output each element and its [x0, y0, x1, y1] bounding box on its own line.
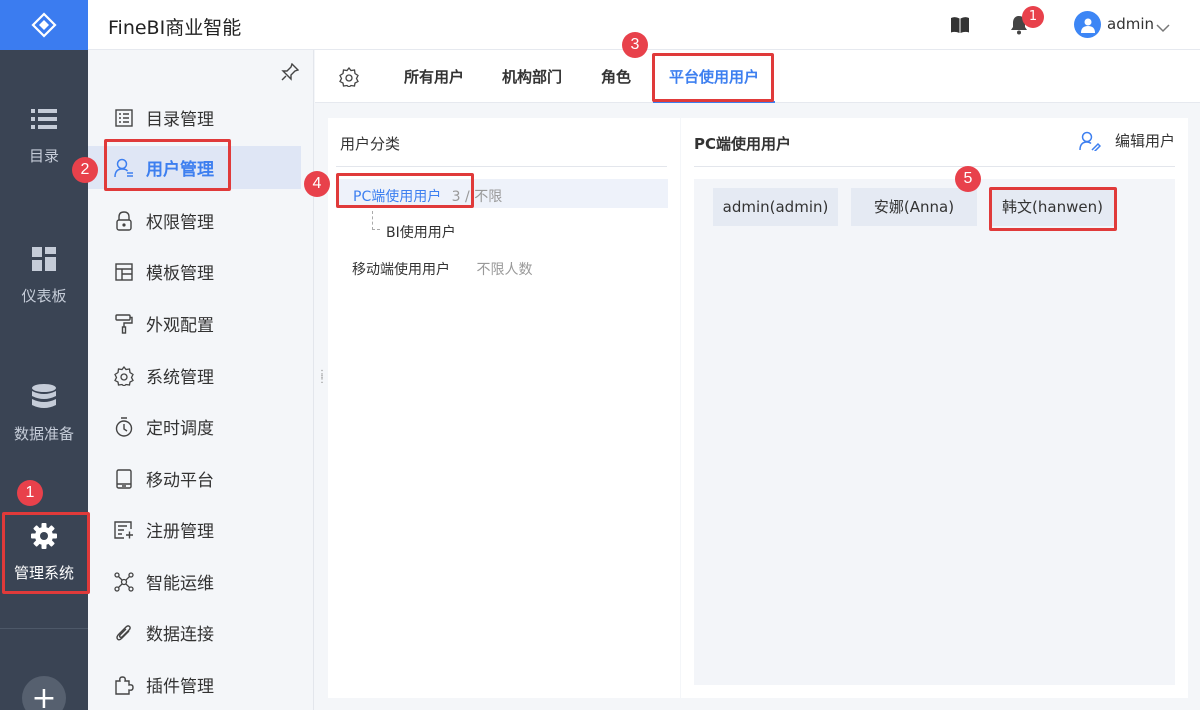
nav-item-label: 仪表板: [21, 287, 67, 305]
nav-divider: [0, 628, 88, 629]
edit-users-button[interactable]: 编辑用户: [1079, 130, 1175, 151]
divider: [694, 166, 1175, 167]
user-chip[interactable]: admin(admin): [713, 188, 838, 226]
tab-departments[interactable]: 机构部门: [502, 50, 562, 103]
database-icon: [30, 383, 58, 411]
app-title: FineBI商业智能: [108, 17, 242, 39]
pin-icon[interactable]: [281, 62, 300, 85]
template-icon: [114, 262, 134, 282]
menu-item-appearance[interactable]: 外观配置: [88, 302, 301, 345]
category-label: 移动端使用用户: [352, 262, 450, 278]
annotation-marker: 3: [622, 32, 648, 58]
menu-item-label: 定时调度: [146, 419, 214, 439]
menu-item-label: 插件管理: [146, 677, 214, 697]
menu-item-plugins[interactable]: 插件管理: [88, 663, 301, 706]
plus-icon: +: [31, 680, 57, 710]
logo-icon: [31, 12, 57, 38]
menu-item-label: 系统管理: [146, 368, 214, 388]
menu-item-catalog[interactable]: 目录管理: [88, 96, 301, 139]
menu-item-templates[interactable]: 模板管理: [88, 250, 301, 293]
menu-item-label: 注册管理: [146, 522, 214, 542]
logo[interactable]: [0, 0, 88, 50]
menu-item-mobile[interactable]: 移动平台: [88, 457, 301, 500]
avatar[interactable]: [1074, 11, 1101, 38]
edit-users-label: 编辑用户: [1115, 132, 1176, 150]
notification-badge: 1: [1022, 6, 1044, 28]
dashboard-icon: [30, 245, 58, 273]
puzzle-icon: [114, 675, 134, 695]
panel-title: PC端使用用户: [694, 135, 792, 153]
menu-item-scheduling[interactable]: 定时调度: [88, 405, 301, 448]
tab-roles[interactable]: 角色: [601, 50, 631, 103]
category-title: 用户分类: [340, 135, 401, 153]
menu-item-label: 移动平台: [146, 471, 214, 491]
paint-roller-icon: [114, 313, 134, 334]
annotation-box: [2, 512, 90, 594]
annotation-marker: 1: [17, 480, 43, 506]
nav-item-catalog[interactable]: 目录: [0, 105, 88, 166]
annotation-marker: 4: [304, 171, 330, 197]
settings-icon: [114, 365, 134, 386]
annotation-box: [989, 187, 1117, 231]
left-nav: 目录 仪表板 数据准备 管理系统 +: [0, 0, 88, 710]
nav-item-label: 数据准备: [13, 425, 74, 443]
register-icon: [114, 520, 134, 540]
username[interactable]: admin: [1107, 15, 1154, 33]
menu-item-data-connection[interactable]: 数据连接: [88, 611, 301, 654]
menu-item-registration[interactable]: 注册管理: [88, 508, 301, 551]
menu-item-label: 数据连接: [146, 625, 214, 645]
menu-item-label: 智能运维: [146, 574, 214, 594]
nav-item-data-prep[interactable]: 数据准备: [0, 383, 88, 444]
mobile-icon: [114, 468, 134, 489]
timer-icon: [114, 416, 134, 437]
settings-icon[interactable]: [339, 66, 359, 91]
list-icon: [30, 105, 58, 133]
chevron-down-icon[interactable]: [1156, 18, 1170, 37]
nav-item-label: 目录: [28, 147, 59, 165]
menu-item-label: 目录管理: [146, 110, 214, 130]
user-list: admin(admin) 安娜(Anna) 韩文(hanwen): [694, 179, 1175, 685]
catalog-icon: [114, 108, 134, 128]
menu-item-label: 权限管理: [146, 213, 214, 233]
network-icon: [114, 571, 134, 592]
nav-item-dashboard[interactable]: 仪表板: [0, 245, 88, 306]
menu-item-label: 模板管理: [146, 264, 214, 284]
edit-user-icon: [1079, 131, 1101, 151]
annotation-box: [336, 173, 474, 208]
tab-all-users[interactable]: 所有用户: [404, 50, 464, 103]
paperclip-icon: [114, 623, 134, 643]
divider: [336, 166, 667, 167]
menu-item-system[interactable]: 系统管理: [88, 354, 301, 397]
user-avatar-icon: [1080, 18, 1095, 33]
menu-item-label: 外观配置: [146, 316, 214, 336]
annotation-marker: 2: [72, 157, 98, 183]
tree-connector: [372, 211, 380, 230]
annotation-box: [104, 139, 231, 191]
add-button[interactable]: +: [22, 676, 66, 710]
lock-icon: [114, 210, 134, 231]
menu-item-permissions[interactable]: 权限管理: [88, 199, 301, 242]
menu-item-ops[interactable]: 智能运维: [88, 560, 301, 603]
user-chip[interactable]: 安娜(Anna): [851, 188, 977, 226]
annotation-box: [652, 53, 774, 102]
panel-splitter[interactable]: ⋮ ⋮: [317, 370, 328, 385]
category-row-bi[interactable]: BI使用用户: [386, 222, 456, 242]
book-icon[interactable]: [950, 16, 970, 38]
annotation-marker: 5: [955, 166, 981, 192]
category-label: BI使用用户: [386, 225, 456, 241]
category-row-mobile[interactable]: 移动端使用用户 不限人数: [352, 259, 532, 279]
category-count: 不限人数: [476, 262, 533, 278]
